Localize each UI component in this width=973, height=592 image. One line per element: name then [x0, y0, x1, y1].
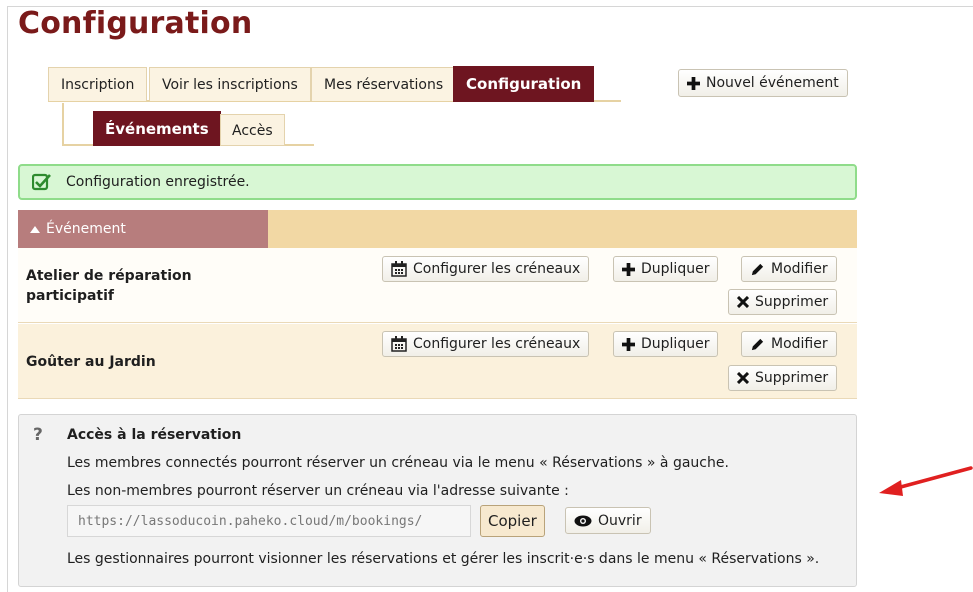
table-row: Goûter au Jardin Configurer les créneaux…	[18, 324, 857, 399]
column-header-evenement[interactable]: Événement	[18, 210, 268, 248]
sort-up-icon	[30, 225, 40, 233]
tab-configuration[interactable]: Configuration	[453, 66, 595, 102]
new-event-label: Nouvel événement	[706, 75, 839, 91]
event-name-line: Atelier de réparation	[26, 268, 192, 284]
configure-slots-button[interactable]: Configurer les créneaux	[382, 331, 590, 357]
duplicate-button[interactable]: Dupliquer	[613, 331, 719, 357]
edit-label: Modifier	[771, 336, 828, 352]
configure-slots-label: Configurer les créneaux	[413, 261, 581, 277]
checkbox-check-icon	[32, 173, 51, 191]
question-icon: ?	[33, 425, 43, 445]
tab-inscription[interactable]: Inscription	[48, 67, 148, 101]
help-members-text: Les membres connectés pourront réserver …	[67, 455, 729, 471]
success-alert: Configuration enregistrée.	[18, 164, 857, 200]
help-managers-text: Les gestionnaires pourront visionner les…	[67, 551, 820, 567]
table-row: Atelier de réparation participatif Confi…	[18, 248, 857, 323]
booking-url-field[interactable]	[67, 505, 471, 537]
tab-mes-reservations[interactable]: Mes réservations	[311, 67, 457, 101]
edit-button[interactable]: Modifier	[741, 256, 837, 282]
pencil-icon	[751, 263, 764, 275]
close-icon	[737, 372, 749, 384]
duplicate-label: Dupliquer	[641, 336, 710, 352]
plus-icon	[622, 262, 635, 276]
copy-button[interactable]: Copier	[480, 505, 545, 537]
event-name: Goûter au Jardin	[26, 354, 156, 370]
sub-tabs: Événements Accès	[62, 103, 314, 146]
plus-icon	[687, 76, 700, 90]
edit-label: Modifier	[771, 261, 828, 277]
open-button[interactable]: Ouvrir	[565, 507, 651, 534]
duplicate-button[interactable]: Dupliquer	[613, 256, 719, 282]
main-tabs: Inscription Voir les inscriptions Mes ré…	[48, 66, 621, 102]
delete-label: Supprimer	[755, 294, 829, 310]
eye-icon	[574, 515, 592, 526]
table-header: Événement	[18, 210, 857, 248]
calendar-icon	[391, 261, 407, 277]
calendar-icon	[391, 336, 407, 352]
help-title: Accès à la réservation	[67, 427, 242, 443]
page-title: Configuration	[18, 6, 253, 41]
close-icon	[737, 296, 749, 308]
plus-icon	[622, 337, 635, 351]
event-name-line: participatif	[26, 288, 115, 304]
red-arrow-annotation-icon	[879, 466, 973, 496]
edit-button[interactable]: Modifier	[741, 331, 837, 357]
event-name: Atelier de réparation participatif	[26, 266, 192, 306]
new-event-button[interactable]: Nouvel événement	[678, 69, 848, 97]
delete-button[interactable]: Supprimer	[728, 289, 838, 315]
pencil-icon	[751, 338, 764, 350]
alert-message: Configuration enregistrée.	[66, 174, 250, 190]
subtab-acces[interactable]: Accès	[220, 114, 285, 146]
open-label: Ouvrir	[598, 512, 642, 529]
configure-slots-label: Configurer les créneaux	[413, 336, 581, 352]
tab-voir-les-inscriptions[interactable]: Voir les inscriptions	[149, 67, 311, 101]
delete-button[interactable]: Supprimer	[728, 365, 838, 391]
delete-label: Supprimer	[755, 370, 829, 386]
duplicate-label: Dupliquer	[641, 261, 710, 277]
subtab-evenements[interactable]: Événements	[93, 111, 221, 146]
booking-access-help: ? Accès à la réservation Les membres con…	[18, 414, 857, 587]
help-non-members-text: Les non-membres pourront réserver un cré…	[67, 483, 569, 499]
configure-slots-button[interactable]: Configurer les créneaux	[382, 256, 590, 282]
column-header-label: Événement	[46, 221, 126, 237]
